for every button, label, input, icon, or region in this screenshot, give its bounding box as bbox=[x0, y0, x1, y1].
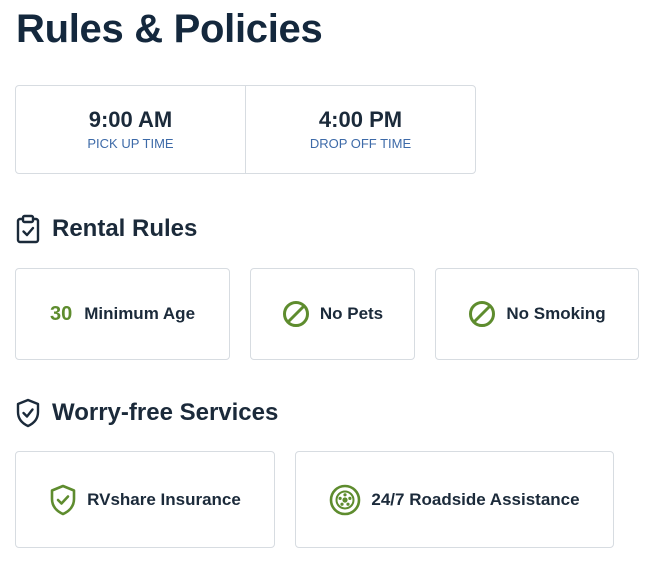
rule-no-pets: No Pets bbox=[250, 268, 415, 360]
worry-free-services-title: Worry-free Services bbox=[52, 399, 279, 426]
minimum-age-value: 30 bbox=[49, 302, 73, 325]
shield-check-icon bbox=[49, 484, 77, 516]
dropoff-time-value: 4:00 PM bbox=[318, 106, 403, 132]
tire-icon bbox=[329, 484, 361, 516]
dropoff-time-label: DROP OFF TIME bbox=[309, 135, 412, 151]
rvshare-insurance-label: RVshare Insurance bbox=[87, 489, 241, 509]
dropoff-time: 4:00 PM DROP OFF TIME bbox=[245, 86, 475, 173]
roadside-assistance-label: 24/7 Roadside Assistance bbox=[371, 489, 580, 509]
prohibited-icon bbox=[282, 300, 310, 328]
no-pets-label: No Pets bbox=[319, 304, 384, 323]
rule-no-smoking: No Smoking bbox=[435, 268, 639, 360]
pickup-time-value: 9:00 AM bbox=[88, 106, 173, 132]
rental-rules-title: Rental Rules bbox=[52, 215, 198, 242]
prohibited-icon bbox=[468, 300, 496, 328]
minimum-age-label: Minimum Age bbox=[84, 304, 196, 323]
worry-free-services-heading: Worry-free Services bbox=[15, 398, 278, 428]
rental-rules-heading: Rental Rules bbox=[15, 214, 197, 244]
pickup-time-label: PICK UP TIME bbox=[87, 135, 174, 151]
page-title: Rules & Policies bbox=[16, 7, 323, 51]
pickup-time: 9:00 AM PICK UP TIME bbox=[16, 86, 245, 173]
clipboard-check-icon bbox=[15, 214, 41, 244]
shield-check-icon bbox=[15, 398, 41, 428]
service-roadside-assistance: 24/7 Roadside Assistance bbox=[295, 451, 614, 548]
times-panel: 9:00 AM PICK UP TIME 4:00 PM DROP OFF TI… bbox=[15, 85, 476, 174]
service-rvshare-insurance: RVshare Insurance bbox=[15, 451, 275, 548]
no-smoking-label: No Smoking bbox=[506, 304, 606, 323]
rule-minimum-age: 30 Minimum Age bbox=[15, 268, 230, 360]
